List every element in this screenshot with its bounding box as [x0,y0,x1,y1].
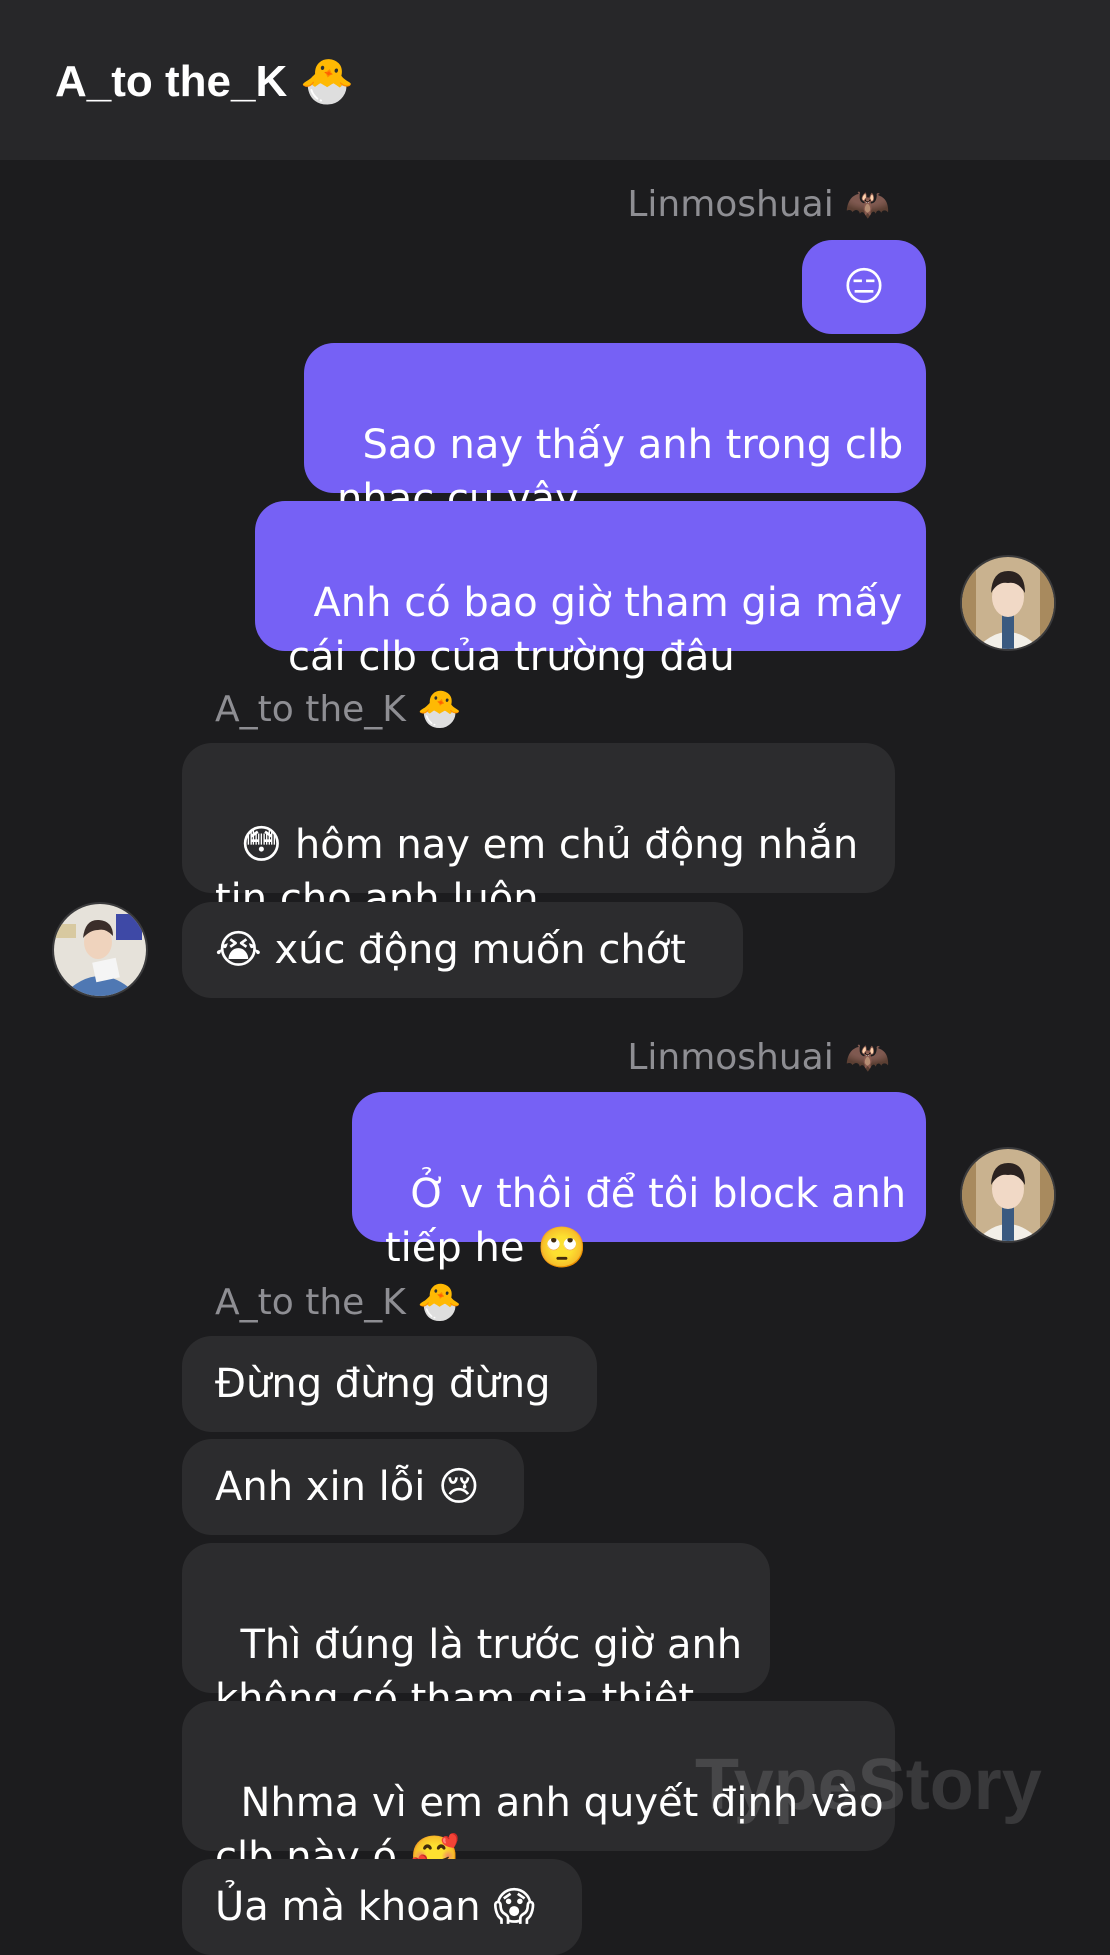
message-text: Anh xin lỗi 😢 [215,1464,480,1510]
sender-name-a-to-the-k: A_to the_K 🐣 [215,689,463,730]
message-bubble-incoming[interactable]: Anh xin lỗi 😢 [182,1439,524,1535]
message-text: 😑 [843,264,885,310]
message-bubble-outgoing[interactable]: Sao nay thấy anh trong clb nhạc cụ vậy [304,343,926,522]
message-bubble-incoming[interactable]: 😭 xúc động muốn chớt [182,902,743,998]
message-bubble-incoming[interactable]: Đừng đừng đừng [182,1336,597,1432]
message-bubble-incoming[interactable]: 😳 hôm nay em chủ động nhắn tin cho anh l… [182,743,895,922]
message-bubble-outgoing[interactable]: Anh có bao giờ tham gia mấy cái clb của … [255,501,926,680]
message-text: Ở v thôi để tôi block anh tiếp he 🙄 [385,1171,907,1271]
message-bubble-outgoing[interactable]: Ở v thôi để tôi block anh tiếp he 🙄 [352,1092,926,1271]
message-bubble-incoming[interactable]: Ủa mà khoan 😱 [182,1859,582,1955]
sender-name-a-to-the-k: A_to the_K 🐣 [215,1282,463,1323]
message-text: Anh có bao giờ tham gia mấy cái clb của … [288,580,903,680]
sender-name-linmoshuai: Linmoshuai 🦇 [627,184,890,225]
avatar-a-to-the-k[interactable] [52,902,148,998]
message-bubble-outgoing[interactable]: 😑 [802,240,926,334]
watermark-typestory: TypeStory [695,1745,1042,1825]
avatar-linmoshuai[interactable] [960,555,1056,651]
message-text: Đừng đừng đừng [215,1361,551,1407]
message-bubble-incoming[interactable]: Thì đúng là trước giờ anh không có tham … [182,1543,770,1722]
message-text: 😭 xúc động muốn chớt [215,927,686,973]
sender-name-linmoshuai: Linmoshuai 🦇 [627,1037,890,1078]
message-text: Ủa mà khoan 😱 [215,1884,535,1930]
avatar-linmoshuai[interactable] [960,1147,1056,1243]
chat-header: A_to the_K 🐣 [0,0,1110,160]
chat-title: A_to the_K 🐣 [55,57,355,106]
